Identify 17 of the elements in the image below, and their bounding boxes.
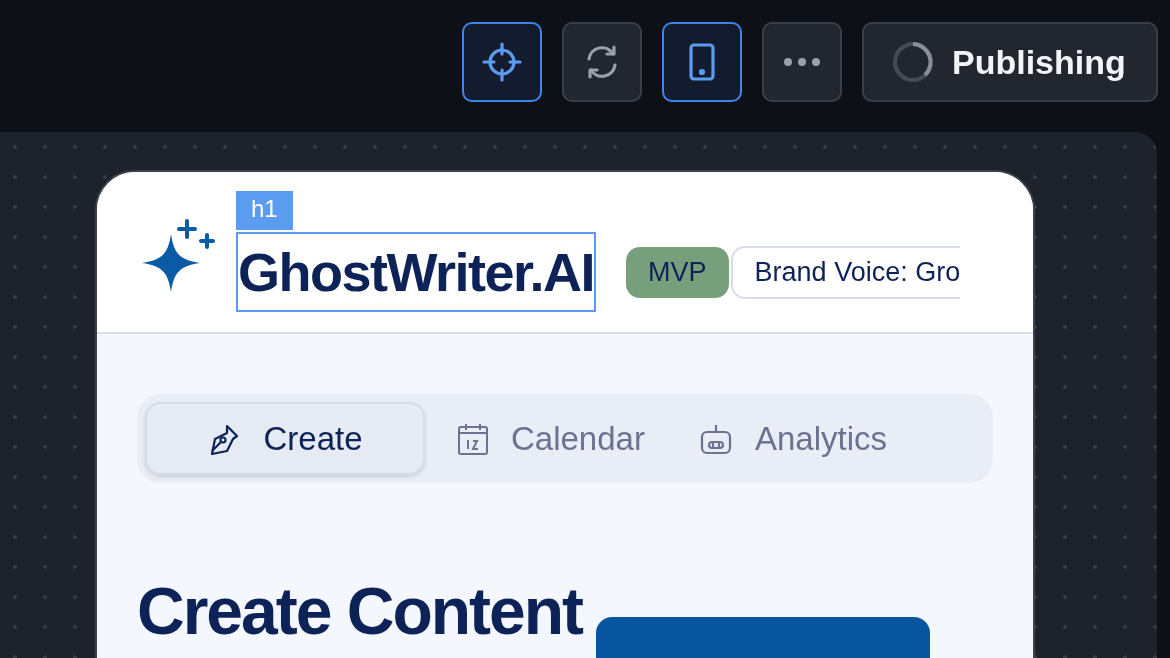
mvp-badge: MVP bbox=[626, 246, 729, 298]
page-heading: Create Content bbox=[137, 573, 583, 649]
app-title: GhostWriter.AI bbox=[236, 232, 597, 312]
target-button[interactable] bbox=[462, 22, 542, 102]
more-button[interactable] bbox=[762, 22, 842, 102]
crosshair-icon bbox=[482, 42, 522, 82]
tab[interactable]: Calendar bbox=[435, 402, 667, 475]
brand-voice-pill[interactable]: Brand Voice: Gro bbox=[730, 245, 961, 299]
publishing-button[interactable]: Publishing bbox=[862, 22, 1158, 102]
tab[interactable]: Analytics bbox=[676, 402, 909, 475]
calendar-icon bbox=[457, 421, 489, 456]
spinner-icon bbox=[892, 41, 934, 83]
refresh-button[interactable] bbox=[562, 22, 642, 102]
tablet-button[interactable] bbox=[662, 22, 742, 102]
tab[interactable]: Create bbox=[145, 402, 425, 475]
more-icon bbox=[782, 57, 822, 67]
inspector-label: h1 bbox=[236, 191, 293, 230]
